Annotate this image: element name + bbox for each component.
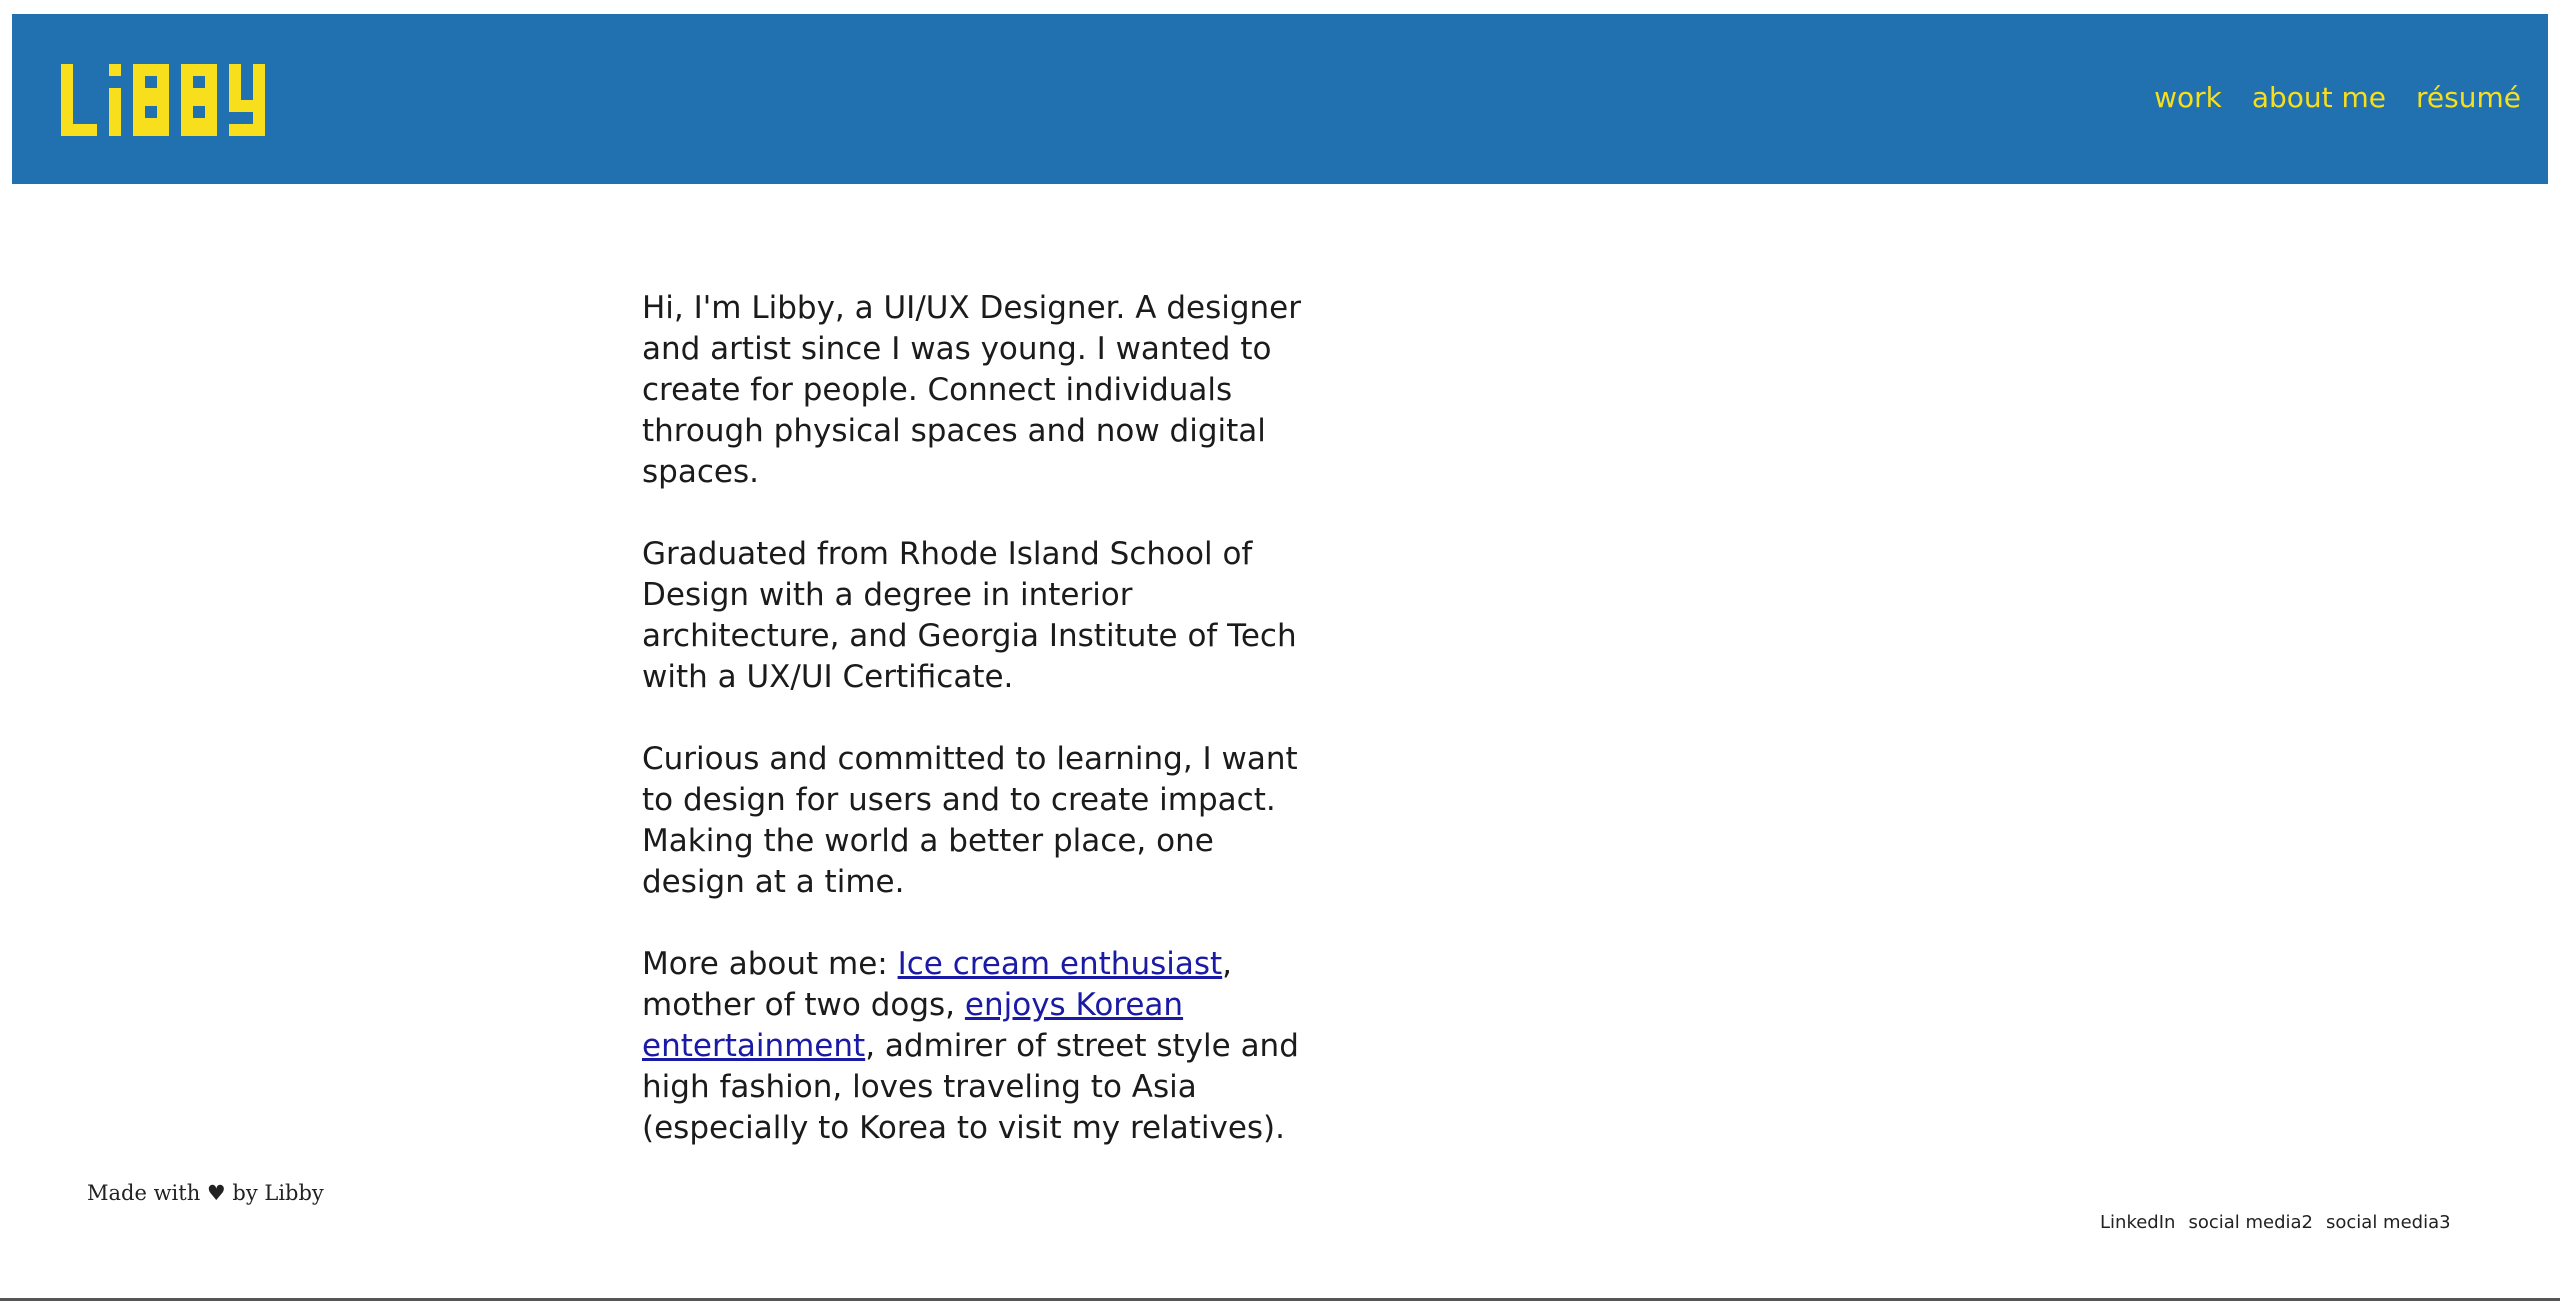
nav-resume[interactable]: résumé	[2416, 84, 2521, 112]
about-content: Hi, I'm Libby, a UI/UX Designer. A desig…	[642, 288, 1312, 1190]
about-paragraph-education: Graduated from Rhode Island School of De…	[642, 536, 1297, 695]
about-paragraph-more: More about me: Ice cream enthusiast, mot…	[642, 944, 1312, 1149]
nav-work[interactable]: work	[2154, 84, 2222, 112]
linkedin-link[interactable]: LinkedIn	[2100, 1212, 2175, 1233]
about-paragraph-goals: Curious and committed to learning, I wan…	[642, 741, 1298, 900]
more-prefix: More about me:	[642, 946, 898, 982]
main-nav: work about me résumé	[2154, 84, 2521, 112]
about-paragraph-intro: Hi, I'm Libby, a UI/UX Designer. A desig…	[642, 290, 1301, 490]
libby-logo[interactable]	[61, 64, 271, 136]
footer-social-links: LinkedIn social media2 social media3	[2100, 1212, 2451, 1233]
social-media3-link[interactable]: social media3	[2326, 1212, 2451, 1233]
nav-about-me[interactable]: about me	[2252, 84, 2386, 112]
ice-cream-link[interactable]: Ice cream enthusiast	[898, 946, 1223, 982]
site-header: work about me résumé	[12, 14, 2548, 184]
social-media2-link[interactable]: social media2	[2188, 1212, 2313, 1233]
footer-credit: Made with ♥ by Libby	[87, 1181, 324, 1205]
